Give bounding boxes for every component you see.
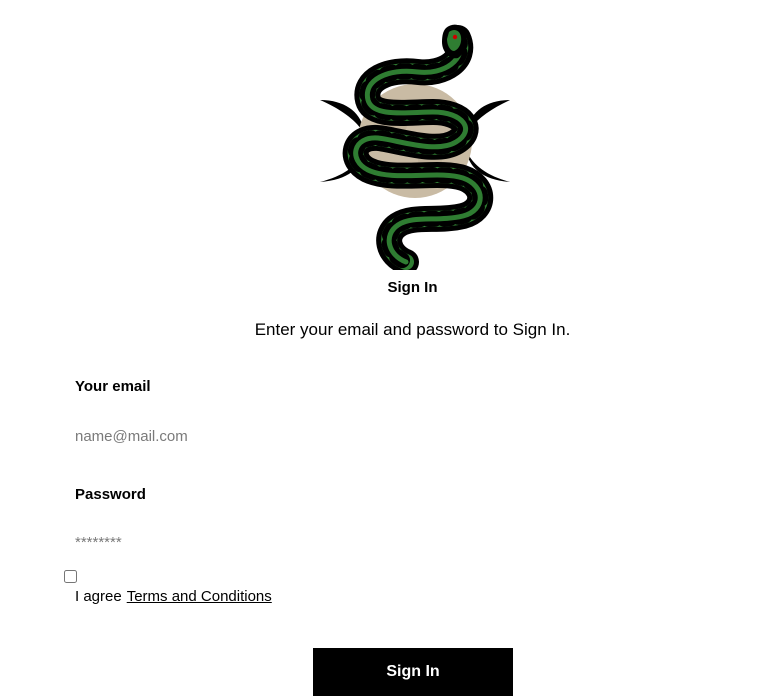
snake-moon-logo-icon [320, 24, 510, 270]
agree-row: I agree Terms and Conditions [75, 587, 272, 607]
sign-in-button[interactable]: Sign In [313, 648, 513, 696]
sign-in-page: Sign In Enter your email and password to… [0, 0, 767, 696]
terms-link[interactable]: Terms and Conditions [127, 588, 272, 605]
snake-eye-icon [452, 34, 458, 40]
email-field[interactable] [75, 425, 675, 447]
password-label: Password [75, 486, 146, 503]
page-title: Sign In [387, 279, 438, 296]
agree-checkbox[interactable] [64, 570, 77, 583]
page-subtitle: Enter your email and password to Sign In… [254, 320, 571, 339]
snake-icon [342, 25, 494, 270]
password-field[interactable] [75, 531, 675, 553]
agree-text: I agree [75, 588, 122, 605]
email-label: Your email [75, 378, 151, 395]
